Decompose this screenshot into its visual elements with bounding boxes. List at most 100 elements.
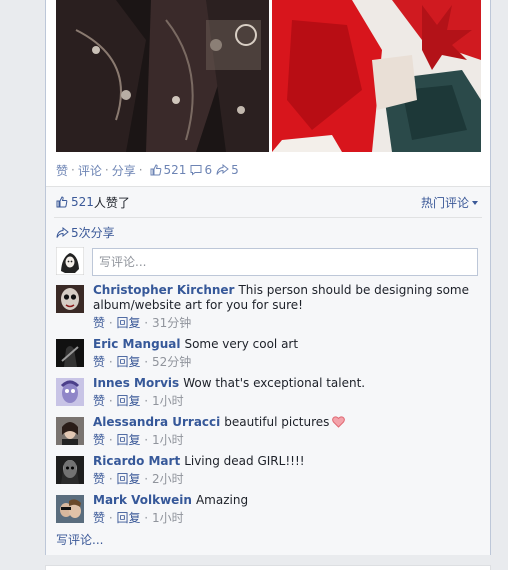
- like-count: 521: [163, 163, 187, 177]
- comment-reply-link[interactable]: 回复: [116, 472, 140, 486]
- comment-like-link[interactable]: 赞: [93, 433, 105, 447]
- photo-left-artwork: [56, 0, 269, 152]
- comment-time[interactable]: 2小时: [152, 472, 184, 486]
- comment-meta: 赞 · 回复 · 1小时: [93, 433, 184, 447]
- separator-dot: ·: [104, 163, 109, 177]
- next-post-card: [45, 565, 491, 570]
- like-link[interactable]: 赞: [56, 162, 68, 179]
- post-photos: [56, 0, 481, 152]
- like-count-stat[interactable]: 521: [150, 163, 187, 177]
- comment-text: Amazing: [195, 493, 249, 507]
- thumbs-up-icon: [56, 196, 68, 208]
- comment-item: Eric Mangual Some very cool art 赞 · 回复 · …: [56, 337, 480, 371]
- post-card: 赞 · 评论 · 分享 · 521 6 5 521 人赞了 热门评论 5次分享 …: [45, 0, 491, 555]
- avatar-image: [56, 456, 84, 484]
- comment-reply-link[interactable]: 回复: [116, 433, 140, 447]
- caret-down-icon: [472, 200, 478, 205]
- avatar-image: [56, 285, 84, 313]
- comment-time[interactable]: 1小时: [152, 433, 184, 447]
- commenter-avatar[interactable]: [56, 495, 84, 523]
- comment-time[interactable]: 1小时: [152, 511, 184, 525]
- comment-meta: 赞 · 回复 · 1小时: [93, 511, 184, 525]
- share-count-stat[interactable]: 5: [216, 163, 239, 177]
- commenter-avatar[interactable]: [56, 339, 84, 367]
- comment-item: Alessandra Urracci beautiful pictures 赞 ·…: [56, 415, 480, 449]
- comment-item: Christopher Kirchner This person should b…: [56, 283, 480, 330]
- comment-text: Living dead GIRL!!!!: [184, 454, 305, 468]
- page-right-gutter: [491, 0, 508, 570]
- thumbs-up-icon: [150, 164, 161, 176]
- comment-input[interactable]: [92, 248, 478, 276]
- comment-text: beautiful pictures: [224, 415, 330, 429]
- comment-time[interactable]: 52分钟: [152, 355, 191, 369]
- avatar-image: [55, 246, 85, 276]
- share-count: 5: [231, 163, 239, 177]
- comment-body: Ricardo Mart Living dead GIRL!!!! 赞 · 回复 …: [93, 454, 480, 487]
- photo-right-artwork: [272, 0, 481, 152]
- separator-dot: ·: [71, 163, 75, 177]
- share-arrow-icon: [216, 164, 229, 175]
- likes-summary[interactable]: 521 人赞了: [56, 194, 130, 210]
- divider: [54, 217, 482, 218]
- comment-item: Ricardo Mart Living dead GIRL!!!! 赞 · 回复 …: [56, 454, 480, 488]
- comment-reply-link[interactable]: 回复: [116, 394, 140, 408]
- sort-label: 热门评论: [420, 196, 469, 210]
- sort-dropdown[interactable]: 热门评论: [421, 194, 478, 211]
- share-link[interactable]: 分享: [112, 162, 136, 179]
- comment-body: Innes Morvis Wow that's exceptional talen…: [93, 376, 480, 409]
- comment-meta: 赞 · 回复 · 31分钟: [93, 316, 192, 330]
- photo-left[interactable]: [56, 0, 269, 152]
- comment-like-link[interactable]: 赞: [93, 394, 105, 408]
- avatar-image: [56, 378, 84, 406]
- comment-reply-link[interactable]: 回复: [116, 355, 140, 369]
- likes-suffix: 人赞了: [93, 195, 130, 210]
- comment-item: Innes Morvis Wow that's exceptional talen…: [56, 376, 480, 410]
- comment-meta: 赞 · 回复 · 2小时: [93, 472, 184, 486]
- commenter-avatar[interactable]: [56, 417, 84, 445]
- comment-body: Eric Mangual Some very cool art 赞 · 回复 · …: [93, 337, 480, 370]
- commenter-avatar[interactable]: [56, 456, 84, 484]
- comment-like-link[interactable]: 赞: [93, 355, 105, 369]
- comment-count-stat[interactable]: 6: [190, 163, 212, 177]
- separator-dot: ·: [138, 163, 143, 177]
- photo-right[interactable]: [272, 0, 481, 152]
- comment-author[interactable]: Innes Morvis: [93, 376, 179, 390]
- likes-count: 521: [71, 195, 94, 209]
- comments-panel: 521 人赞了 热门评论 5次分享 写评论... Christopher Kir…: [46, 186, 490, 555]
- comment-body: Alessandra Urracci beautiful pictures 赞 ·…: [93, 415, 480, 448]
- comment-count: 6: [204, 163, 213, 177]
- comment-author[interactable]: Eric Mangual: [93, 337, 180, 351]
- comment-like-link[interactable]: 赞: [93, 316, 105, 330]
- comment-meta: 赞 · 回复 · 1小时: [93, 394, 184, 408]
- comment-like-link[interactable]: 赞: [93, 472, 105, 486]
- comment-item: Mark Volkwein Amazing 赞 · 回复 · 1小时: [56, 493, 480, 527]
- speech-bubble-icon: [190, 165, 202, 176]
- shares-label: 5次分享: [71, 226, 115, 240]
- commenter-avatar[interactable]: [56, 378, 84, 406]
- comment-text: Wow that's exceptional talent.: [183, 376, 366, 390]
- comment-composer: [55, 246, 480, 277]
- share-arrow-icon: [56, 226, 69, 238]
- comment-time[interactable]: 31分钟: [152, 316, 191, 330]
- shares-summary[interactable]: 5次分享: [56, 224, 115, 241]
- avatar-image: [56, 339, 84, 367]
- comment-body: Mark Volkwein Amazing 赞 · 回复 · 1小时: [93, 493, 480, 526]
- heart-emoji-icon: [332, 416, 346, 428]
- comment-reply-link[interactable]: 回复: [116, 316, 140, 330]
- comment-author[interactable]: Mark Volkwein: [93, 493, 192, 507]
- comment-author[interactable]: Christopher Kirchner: [93, 283, 234, 297]
- comment-meta: 赞 · 回复 · 52分钟: [93, 355, 192, 369]
- commenter-avatar[interactable]: [56, 285, 84, 313]
- comment-reply-link[interactable]: 回复: [116, 511, 140, 525]
- current-user-avatar: [55, 246, 85, 276]
- comment-author[interactable]: Ricardo Mart: [93, 454, 180, 468]
- comment-text: Some very cool art: [184, 337, 299, 351]
- avatar-image: [56, 417, 84, 445]
- write-comment-link[interactable]: 写评论...: [56, 531, 103, 548]
- comment-body: Christopher Kirchner This person should b…: [93, 283, 480, 331]
- comment-link[interactable]: 评论: [78, 162, 102, 179]
- avatar-image: [56, 495, 84, 523]
- comment-author[interactable]: Alessandra Urracci: [93, 415, 220, 429]
- comment-like-link[interactable]: 赞: [93, 511, 105, 525]
- comment-time[interactable]: 1小时: [152, 394, 184, 408]
